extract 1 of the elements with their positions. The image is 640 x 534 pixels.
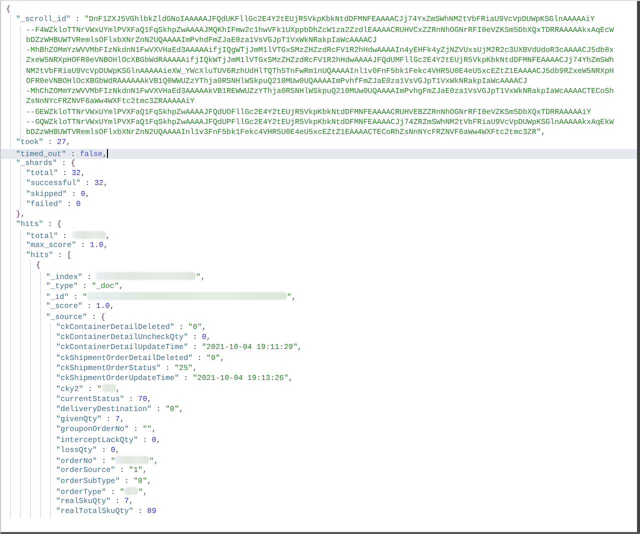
scrollbar[interactable] [637, 1, 640, 532]
